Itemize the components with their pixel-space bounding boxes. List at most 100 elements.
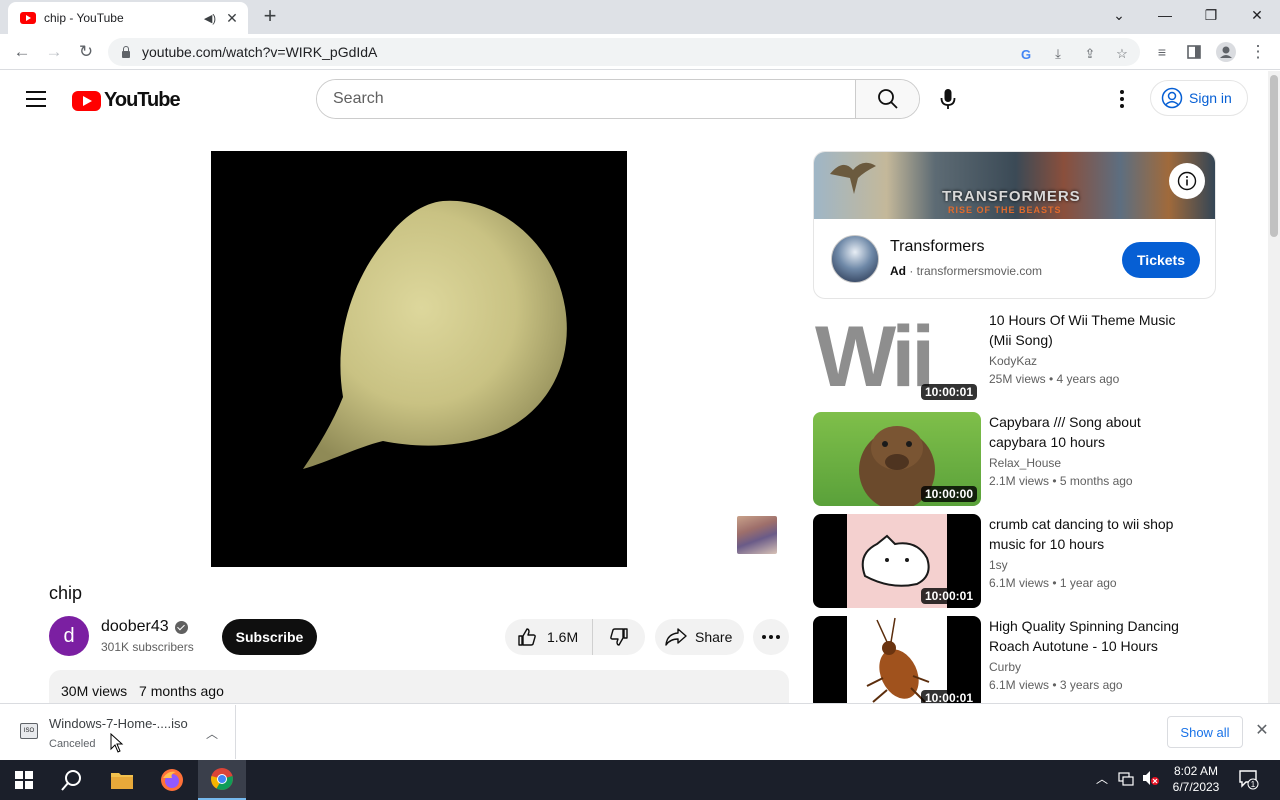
ad-label: Ad	[890, 264, 906, 278]
windows-start-icon[interactable]	[0, 760, 48, 800]
media-control-icon[interactable]: ≡	[1150, 40, 1174, 64]
file-explorer-icon[interactable]	[98, 760, 146, 800]
close-window-button[interactable]: ✕	[1234, 0, 1280, 30]
page-scrollbar[interactable]	[1268, 71, 1280, 703]
download-filename: Windows-7-Home-....iso	[49, 716, 188, 731]
volume-muted-icon[interactable]	[1142, 770, 1160, 789]
recommendation-item[interactable]: 10:00:00 Capybara /// Song about capybar…	[813, 412, 1216, 506]
recommendation-title[interactable]: crumb cat dancing to wii shop music for …	[989, 514, 1199, 554]
speaker-icon[interactable]: ◀)	[204, 12, 216, 25]
chevron-up-icon[interactable]: ︿	[206, 725, 218, 742]
recommendation-meta: 6.1M views • 3 years ago	[989, 678, 1123, 692]
video-duration: 10:00:01	[920, 588, 977, 604]
firefox-icon[interactable]	[148, 760, 196, 800]
sign-in-label: Sign in	[1189, 90, 1232, 106]
recommendation-channel[interactable]: Relax_House	[989, 456, 1061, 470]
ad-title[interactable]: Transformers	[890, 238, 985, 256]
upload-age: 7 months ago	[139, 683, 224, 699]
voice-search-button[interactable]	[928, 79, 968, 119]
recommendation-item[interactable]: 10:00:01 High Quality Spinning Dancing R…	[813, 616, 1216, 710]
notification-count: 1	[1251, 780, 1256, 789]
recommendation-meta: 2.1M views • 5 months ago	[989, 474, 1133, 488]
video-thumbnail[interactable]: 10:00:01	[813, 616, 981, 710]
profile-icon[interactable]	[1214, 40, 1238, 64]
iso-file-icon: ISO	[20, 723, 38, 739]
ad-card[interactable]: TRANSFORMERS RISE OF THE BEASTS Transfor…	[813, 151, 1216, 299]
search-input[interactable]	[317, 80, 855, 118]
thumbs-down-icon	[610, 628, 628, 646]
channel-name: doober43	[101, 618, 169, 635]
browser-menu-icon[interactable]: ⋮	[1246, 40, 1270, 64]
share-page-icon[interactable]: ⇪	[1080, 44, 1100, 64]
new-tab-button[interactable]: +	[258, 5, 282, 27]
tab-search-chevron-icon[interactable]: ⌄	[1096, 0, 1142, 30]
settings-menu-button[interactable]	[1110, 87, 1134, 111]
channel-avatar[interactable]: d	[49, 616, 89, 656]
recommendation-channel[interactable]: KodyKaz	[989, 354, 1037, 368]
tab-close-icon[interactable]: ✕	[224, 10, 240, 27]
video-thumbnail[interactable]: 10:00:00	[813, 412, 981, 506]
browser-tab[interactable]: chip - YouTube ◀) ✕	[8, 2, 248, 34]
subscriber-count: 301K subscribers	[101, 640, 194, 654]
notification-center-icon[interactable]: 1	[1238, 768, 1260, 793]
recommendation-item[interactable]: 10:00:01 crumb cat dancing to wii shop m…	[813, 514, 1216, 608]
ad-banner-image[interactable]: TRANSFORMERS RISE OF THE BEASTS	[814, 152, 1215, 219]
recommendation-channel[interactable]: Curby	[989, 660, 1021, 674]
clock-date: 6/7/2023	[1172, 780, 1220, 794]
youtube-header: YouTube Sign in	[0, 71, 1268, 127]
bookmark-star-icon[interactable]: ☆	[1112, 44, 1132, 64]
channel-name-link[interactable]: doober43	[101, 618, 188, 636]
info-icon	[1177, 171, 1197, 191]
reload-icon[interactable]: ↻	[74, 40, 98, 64]
address-bar[interactable]: youtube.com/watch?v=WIRK_pGdIdA G ⤓ ⇪ ☆	[108, 38, 1140, 66]
lock-icon[interactable]	[122, 45, 130, 58]
youtube-favicon-icon	[20, 12, 36, 24]
subscribe-button[interactable]: Subscribe	[222, 619, 317, 655]
more-actions-button[interactable]	[753, 619, 789, 655]
network-icon[interactable]	[1118, 770, 1134, 789]
wii-thumbnail-text: Wii	[815, 310, 935, 404]
like-button[interactable]: 1.6M	[505, 619, 593, 655]
recommendation-title[interactable]: 10 Hours Of Wii Theme Music (Mii Song)	[989, 310, 1199, 350]
show-hidden-icons-chevron-icon[interactable]: ︿	[1096, 770, 1108, 787]
youtube-logo[interactable]: YouTube	[72, 89, 181, 112]
system-clock[interactable]: 8:02 AM 6/7/2023	[1168, 763, 1224, 795]
forward-arrow-icon[interactable]: →	[42, 40, 66, 64]
hamburger-menu-icon[interactable]	[26, 91, 46, 107]
ad-info-button[interactable]	[1169, 163, 1205, 199]
search-button[interactable]	[855, 80, 919, 118]
google-icon[interactable]: G	[1016, 44, 1036, 64]
youtube-play-logo-icon	[72, 90, 101, 111]
video-thumbnail[interactable]: 10:00:01	[813, 514, 981, 608]
sign-in-button[interactable]: Sign in	[1150, 80, 1248, 116]
ad-meta: Ad · transformersmovie.com	[890, 264, 1042, 278]
dislike-button[interactable]	[593, 627, 645, 647]
restore-button[interactable]: ❐	[1188, 0, 1234, 30]
close-download-bar-icon[interactable]: ✕	[1252, 720, 1272, 740]
share-button[interactable]: Share	[655, 619, 744, 655]
video-player[interactable]	[211, 151, 627, 567]
recommendation-item[interactable]: Wii 10:00:01 10 Hours Of Wii Theme Music…	[813, 310, 1216, 404]
side-panel-icon[interactable]	[1182, 40, 1206, 64]
recommendation-title[interactable]: Capybara /// Song about capybara 10 hour…	[989, 412, 1199, 452]
end-screen-thumbnail[interactable]	[737, 516, 777, 554]
url-text: youtube.com/watch?v=WIRK_pGdIdA	[142, 44, 378, 60]
recommendation-channel[interactable]: 1sy	[989, 558, 1008, 572]
clock-time: 8:02 AM	[1173, 764, 1219, 778]
taskbar-search-icon[interactable]	[48, 760, 96, 800]
show-all-button[interactable]: Show all	[1167, 716, 1243, 748]
thumbs-up-icon	[518, 628, 536, 646]
chrome-icon[interactable]	[198, 760, 246, 800]
install-app-icon[interactable]: ⤓	[1048, 44, 1068, 64]
minimize-button[interactable]: —	[1142, 0, 1188, 30]
share-label: Share	[695, 629, 733, 645]
recommendation-title[interactable]: High Quality Spinning Dancing Roach Auto…	[989, 616, 1199, 656]
video-thumbnail[interactable]: Wii 10:00:01	[813, 310, 981, 404]
advertiser-logo[interactable]	[831, 235, 879, 283]
vertical-dots-icon	[1120, 90, 1124, 108]
tickets-button[interactable]: Tickets	[1122, 242, 1200, 278]
video-duration: 10:00:01	[920, 384, 977, 400]
scrollbar-thumb[interactable]	[1270, 75, 1278, 237]
ad-banner-title: TRANSFORMERS	[942, 188, 1081, 205]
back-arrow-icon[interactable]: ←	[10, 40, 34, 64]
